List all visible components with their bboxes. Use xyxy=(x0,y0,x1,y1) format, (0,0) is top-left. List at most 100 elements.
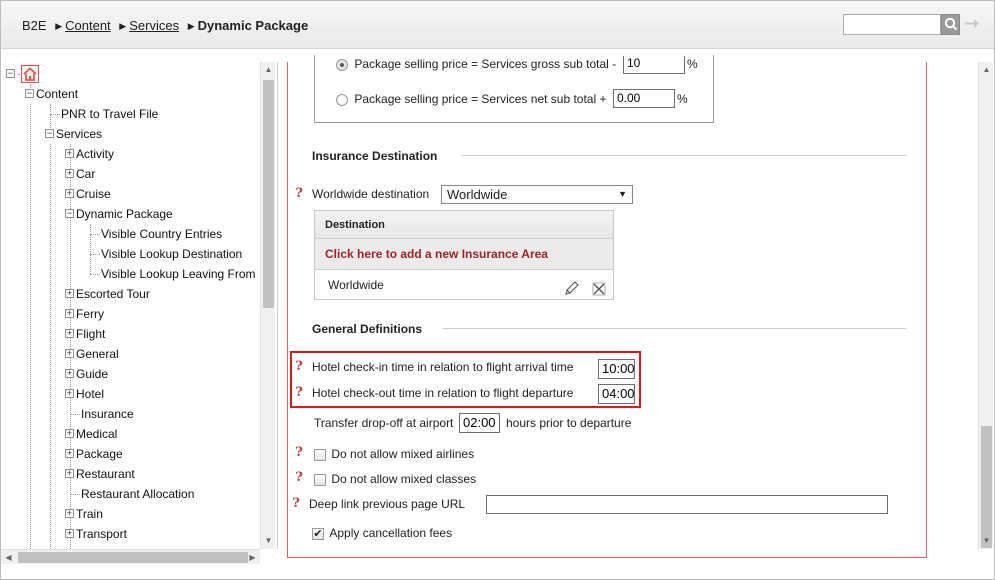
tree-item-label[interactable]: Restaurant xyxy=(76,467,135,481)
tree-item-label[interactable]: General xyxy=(76,347,119,361)
tree-item-services[interactable]: − Services xyxy=(45,124,102,144)
search-button[interactable] xyxy=(941,14,960,35)
tree-item-dynamic-package[interactable]: − Dynamic Package xyxy=(65,204,173,224)
tree-item-label[interactable]: Transport xyxy=(76,527,127,541)
tree-item-label[interactable]: Package xyxy=(76,447,123,461)
breadcrumb-link-services[interactable]: Services xyxy=(129,18,179,33)
tree-item-general[interactable]: + General xyxy=(65,344,119,364)
pricing-net-radio[interactable] xyxy=(336,93,348,106)
transfer-time-input[interactable]: 02:00 xyxy=(459,413,500,433)
collapse-icon[interactable]: − xyxy=(25,89,34,99)
help-icon[interactable]: ? xyxy=(294,385,304,401)
cancellation-fees-checkbox[interactable]: ✔ xyxy=(312,527,324,540)
tree-item-label[interactable]: Activity xyxy=(76,147,114,161)
tree-item-label[interactable]: Flight xyxy=(76,327,105,341)
scroll-up-icon[interactable]: ▲ xyxy=(979,62,994,77)
tree-item-label[interactable]: PNR to Travel File xyxy=(61,107,158,121)
tree-item-transport[interactable]: + Transport xyxy=(65,524,127,544)
tree-item-visible-lookup-destination[interactable]: Visible Lookup Destination xyxy=(101,244,242,264)
add-insurance-area-link[interactable]: Click here to add a new Insurance Area xyxy=(315,239,613,270)
help-icon[interactable]: ? xyxy=(294,359,304,375)
tree-item-label[interactable]: Dynamic Package xyxy=(76,207,173,221)
expand-icon[interactable]: + xyxy=(65,429,74,439)
tree-item-pnr-to-travel-file[interactable]: PNR to Travel File xyxy=(61,104,158,124)
tree-item-label[interactable]: Medical xyxy=(76,427,117,441)
help-icon[interactable]: ? xyxy=(291,496,301,512)
worldwide-destination-select[interactable]: Worldwide ▼ xyxy=(441,185,633,204)
scroll-thumb[interactable] xyxy=(981,426,992,548)
help-icon[interactable]: ? xyxy=(294,445,304,461)
tree-item-label[interactable]: Content xyxy=(36,87,78,101)
scroll-right-icon[interactable]: ▶ xyxy=(245,550,260,565)
collapse-icon[interactable]: − xyxy=(45,129,54,139)
expand-icon[interactable]: + xyxy=(65,189,74,199)
expand-icon[interactable]: + xyxy=(65,469,74,479)
tree-item-hotel[interactable]: + Hotel xyxy=(65,384,104,404)
expand-icon[interactable]: + xyxy=(65,149,74,159)
expand-icon[interactable]: + xyxy=(65,289,74,299)
mixed-airlines-checkbox[interactable] xyxy=(314,448,326,461)
tree-item-content[interactable]: − Content xyxy=(25,84,78,104)
search-input[interactable] xyxy=(843,14,941,35)
pencil-icon[interactable] xyxy=(564,277,580,307)
tree-item-escorted-tour[interactable]: + Escorted Tour xyxy=(65,284,150,304)
tree-item-activity[interactable]: + Activity xyxy=(65,144,114,164)
pricing-net-input[interactable]: 0.00 xyxy=(613,89,675,108)
tree-vertical-scrollbar[interactable]: ▲ ▼ xyxy=(260,62,275,549)
expand-icon[interactable]: + xyxy=(65,389,74,399)
tree-item-label[interactable]: Hotel xyxy=(76,387,104,401)
checkin-time-input[interactable]: 10:00 xyxy=(598,359,635,379)
tree-horizontal-scrollbar[interactable]: ◀ ▶ xyxy=(1,549,260,564)
tree-item-restaurant[interactable]: + Restaurant xyxy=(65,464,135,484)
scroll-down-icon[interactable]: ▼ xyxy=(261,533,276,548)
tree-item-car[interactable]: + Car xyxy=(65,164,95,184)
tree-item-flight[interactable]: + Flight xyxy=(65,324,105,344)
scroll-thumb[interactable] xyxy=(18,552,248,563)
help-icon[interactable]: ? xyxy=(294,470,304,486)
expand-icon[interactable]: + xyxy=(65,369,74,379)
go-button[interactable] xyxy=(962,14,981,35)
scroll-thumb[interactable] xyxy=(263,80,274,308)
content-vertical-scrollbar[interactable]: ▲ ▼ xyxy=(978,62,993,549)
breadcrumb-link-content[interactable]: Content xyxy=(65,18,111,33)
collapse-icon[interactable]: − xyxy=(65,209,74,219)
close-icon[interactable] xyxy=(592,277,606,307)
tree-item-label[interactable]: Cruise xyxy=(76,187,111,201)
tree-item-label[interactable]: Train xyxy=(76,507,103,521)
mixed-classes-checkbox[interactable] xyxy=(314,473,326,486)
tree-item-ferry[interactable]: + Ferry xyxy=(65,304,104,324)
tree-item-restaurant-allocation[interactable]: Restaurant Allocation xyxy=(81,484,194,504)
tree-item-label[interactable]: Guide xyxy=(76,367,108,381)
pane-divider[interactable] xyxy=(277,62,278,549)
tree-item-label[interactable]: Visible Lookup Destination xyxy=(101,247,242,261)
expand-icon[interactable]: + xyxy=(65,449,74,459)
expand-icon[interactable]: + xyxy=(65,309,74,319)
tree-item-insurance[interactable]: Insurance xyxy=(81,404,134,424)
tree-item-label[interactable]: Insurance xyxy=(81,407,134,421)
scroll-up-icon[interactable]: ▲ xyxy=(261,62,276,77)
tree-item-package[interactable]: + Package xyxy=(65,444,123,464)
home-icon[interactable] xyxy=(21,65,39,83)
tree-item-label[interactable]: Restaurant Allocation xyxy=(81,487,194,501)
tree-item-label[interactable]: Services xyxy=(56,127,102,141)
tree-item-label[interactable]: Visible Lookup Leaving From xyxy=(101,267,256,281)
expand-icon[interactable]: + xyxy=(65,349,74,359)
expand-icon[interactable]: + xyxy=(65,529,74,539)
collapse-icon[interactable]: − xyxy=(6,69,15,79)
expand-icon[interactable]: + xyxy=(65,169,74,179)
tree-item-label[interactable]: Ferry xyxy=(76,307,104,321)
tree-item-label[interactable]: Car xyxy=(76,167,95,181)
tree-root-toggle[interactable]: − xyxy=(6,64,17,84)
pricing-gross-radio[interactable] xyxy=(336,59,348,71)
tree-item-cruise[interactable]: + Cruise xyxy=(65,184,111,204)
pricing-gross-input[interactable]: 10 xyxy=(623,56,685,74)
scroll-down-icon[interactable]: ▼ xyxy=(979,533,994,548)
checkout-time-input[interactable]: 04:00 xyxy=(598,384,635,404)
deeplink-url-input[interactable] xyxy=(486,495,888,514)
expand-icon[interactable]: + xyxy=(65,509,74,519)
help-icon[interactable]: ? xyxy=(294,186,304,202)
expand-icon[interactable]: + xyxy=(65,329,74,339)
tree-item-train[interactable]: + Train xyxy=(65,504,103,524)
tree-item-label[interactable]: Escorted Tour xyxy=(76,287,150,301)
tree-item-visible-country-entries[interactable]: Visible Country Entries xyxy=(101,224,222,244)
